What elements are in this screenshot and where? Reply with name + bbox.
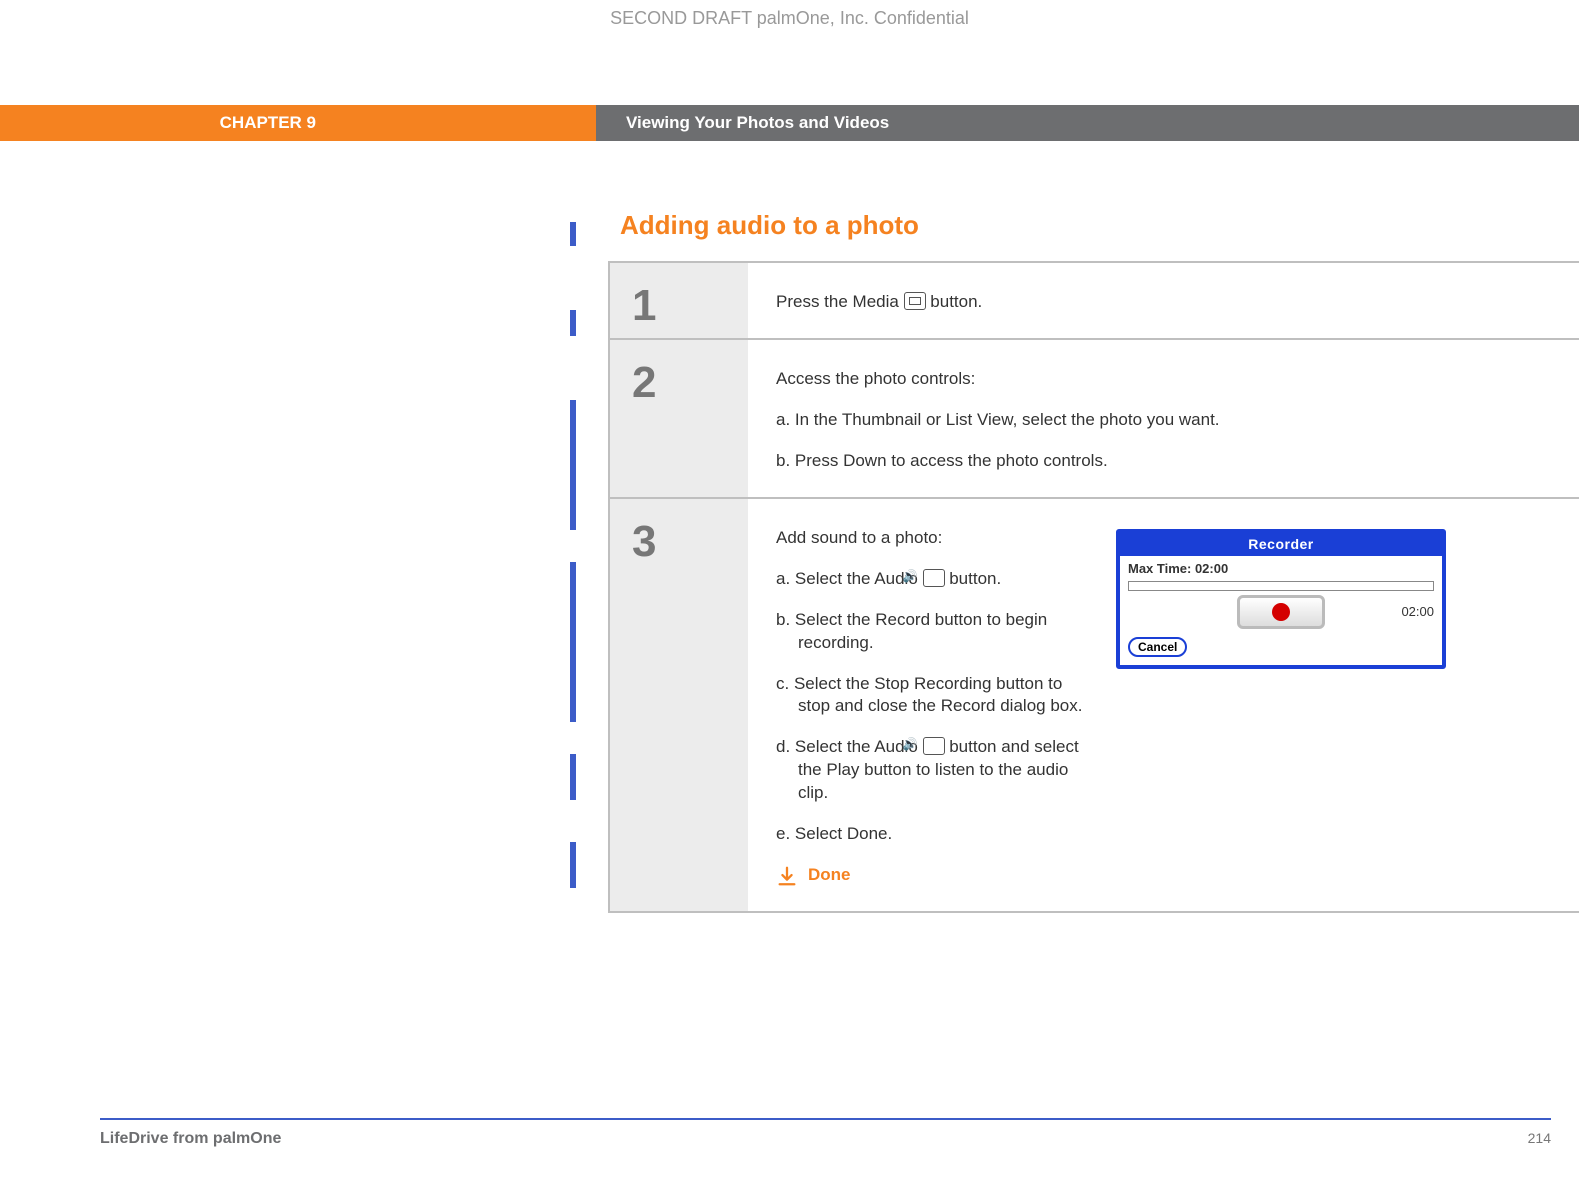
step-number: 1 — [610, 263, 748, 338]
done-indicator: Done — [776, 864, 1086, 887]
steps-container: 1 Press the Media button. 2 Access the p… — [608, 261, 1579, 913]
chapter-title: Viewing Your Photos and Videos — [596, 105, 1579, 141]
step1-text: Press the Media button. — [776, 291, 1551, 314]
step-2: 2 Access the photo controls: a. In the T… — [610, 340, 1579, 497]
step-number: 2 — [610, 340, 748, 497]
step3-a: a. Select the Audio button. — [776, 568, 1086, 591]
footer-product: LifeDrive from palmOne — [100, 1130, 281, 1148]
chapter-number: CHAPTER 9 — [0, 105, 596, 141]
audio-icon — [923, 737, 945, 755]
recorder-progress-bar — [1128, 581, 1434, 591]
step-1: 1 Press the Media button. — [610, 263, 1579, 338]
done-arrow-icon — [776, 865, 798, 887]
audio-icon — [923, 569, 945, 587]
chapter-bar: CHAPTER 9 Viewing Your Photos and Videos — [0, 105, 1579, 141]
step3-e: e. Select Done. — [776, 823, 1086, 846]
done-label: Done — [808, 864, 851, 887]
recorder-dialog: Recorder Max Time: 02:00 — [1116, 529, 1446, 670]
section-title: Adding audio to a photo — [620, 210, 1579, 241]
confidential-watermark: SECOND DRAFT palmOne, Inc. Confidential — [0, 8, 1579, 29]
page-footer: LifeDrive from palmOne 214 — [100, 1118, 1551, 1148]
text: d. Select the Audio — [776, 737, 923, 756]
footer-page-number: 214 — [1528, 1130, 1551, 1148]
step3-intro: Add sound to a photo: — [776, 527, 1086, 550]
recorder-max-time: Max Time: 02:00 — [1128, 560, 1434, 578]
record-button[interactable] — [1237, 595, 1325, 629]
recorder-screenshot: Recorder Max Time: 02:00 — [1116, 529, 1446, 887]
content-area: Adding audio to a photo 1 Press the Medi… — [570, 210, 1579, 913]
step-3: 3 Add sound to a photo: a. Select the Au… — [610, 499, 1579, 911]
text: button. — [945, 569, 1002, 588]
step-body: Press the Media button. — [748, 263, 1579, 338]
media-icon — [904, 292, 926, 310]
recorder-time: 02:00 — [1401, 603, 1434, 621]
text: Press the Media — [776, 292, 904, 311]
step3-d: d. Select the Audio button and select th… — [776, 736, 1086, 805]
step2-intro: Access the photo controls: — [776, 368, 1551, 391]
recorder-cancel-button[interactable]: Cancel — [1128, 637, 1187, 657]
step2-b: b. Press Down to access the photo contro… — [776, 450, 1551, 473]
step-body: Add sound to a photo: a. Select the Audi… — [748, 499, 1579, 911]
step2-a: a. In the Thumbnail or List View, select… — [776, 409, 1551, 432]
text: button. — [930, 292, 982, 311]
step3-c: c. Select the Stop Recording button to s… — [776, 673, 1086, 719]
step-body: Access the photo controls: a. In the Thu… — [748, 340, 1579, 497]
step3-b: b. Select the Record button to begin rec… — [776, 609, 1086, 655]
record-dot-icon — [1272, 603, 1290, 621]
recorder-title: Recorder — [1120, 533, 1442, 556]
text: a. Select the Audio — [776, 569, 923, 588]
step-number: 3 — [610, 499, 748, 911]
